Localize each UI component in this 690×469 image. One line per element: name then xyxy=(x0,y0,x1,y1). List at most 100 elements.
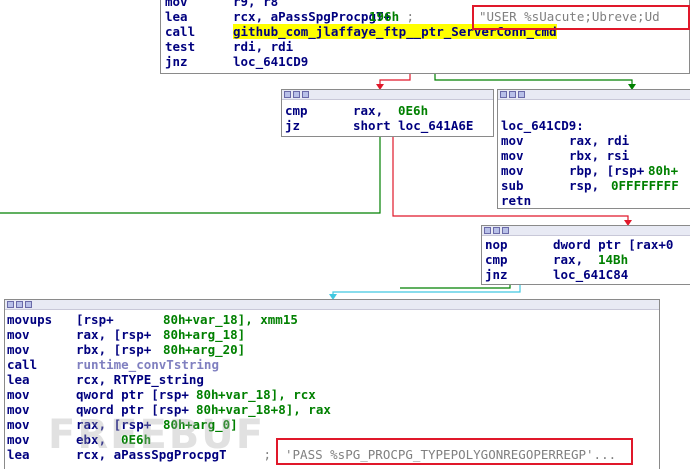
mnemonic: sub xyxy=(501,178,524,193)
mnemonic: mov xyxy=(501,133,524,148)
asm-line[interactable]: sub rsp, 0FFFFFFFF xyxy=(498,178,690,193)
immediate: 0FFFFFFFF xyxy=(611,178,679,193)
mnemonic: cmp xyxy=(285,103,308,118)
operand-tail: +var_18], xmm15 xyxy=(185,312,298,327)
mnemonic: retn xyxy=(501,193,532,208)
asm-line[interactable]: jnz loc_641C84 xyxy=(482,267,690,282)
mnemonic: call xyxy=(7,357,38,372)
immediate: 80h xyxy=(163,312,186,327)
code-block-4[interactable]: nop dword ptr [rax+0 cmp rax, 14Bh jnz l… xyxy=(481,225,690,285)
code-label: loc_641CD9: xyxy=(501,118,584,133)
asm-line[interactable]: lea rcx, RTYPE_string xyxy=(5,372,659,387)
watermark: FREEBUF xyxy=(48,412,266,458)
asm-line[interactable]: mov rbx, rsi xyxy=(498,148,690,163)
block-icon xyxy=(484,227,491,234)
mnemonic: mov xyxy=(7,387,30,402)
branch-line-true xyxy=(434,74,633,88)
branch-line-true xyxy=(0,136,381,214)
immediate: 0E6h xyxy=(398,103,429,118)
operands: rax, xyxy=(553,252,591,267)
call-target[interactable]: runtime_convTstring xyxy=(76,357,219,372)
mnemonic: cmp xyxy=(485,252,508,267)
code-block-3[interactable]: loc_641CD9: mov rax, rdi mov rbx, rsi mo… xyxy=(497,89,690,209)
block-icon xyxy=(293,91,300,98)
asm-line[interactable]: mov rax, [rsp+ 80h +arg_18] xyxy=(5,327,659,342)
jump-target[interactable]: loc_641CD9 xyxy=(233,54,308,69)
asm-line[interactable]: nop dword ptr [rax+0 xyxy=(482,237,690,252)
immediate: 80h+ xyxy=(648,163,679,178)
operands: dword ptr [rax+0 xyxy=(553,237,674,252)
mnemonic: jnz xyxy=(485,267,508,282)
mnemonic: lea xyxy=(7,372,30,387)
mnemonic: mov xyxy=(7,342,30,357)
operands: rcx, RTYPE_string xyxy=(76,372,204,387)
mnemonic: lea xyxy=(7,447,30,462)
mnemonic: call xyxy=(165,24,196,39)
block-icon xyxy=(302,91,309,98)
operands: rax, rdi xyxy=(569,133,630,148)
operands: rbx, rsi xyxy=(569,148,630,163)
operands: r9, r8 xyxy=(233,0,279,9)
immediate: 14Bh xyxy=(598,252,629,267)
branch-line-flow xyxy=(332,285,521,298)
mnemonic: mov xyxy=(7,417,30,432)
mnemonic: movups xyxy=(7,312,53,327)
operands: qword ptr [rsp+ xyxy=(76,387,189,402)
mnemonic: test xyxy=(165,39,196,54)
mnemonic: mov xyxy=(7,432,30,447)
block-header xyxy=(482,226,690,236)
asm-line[interactable]: cmp rax, 14Bh xyxy=(482,252,690,267)
asm-line[interactable]: call runtime_convTstring xyxy=(5,357,659,372)
asm-line[interactable]: mov rbp, [rsp+ 80h+ xyxy=(498,163,690,178)
operand-offset: 196h xyxy=(369,9,400,24)
comment-separator: ; xyxy=(399,9,422,24)
operands: rsp, xyxy=(569,178,607,193)
block-icon xyxy=(16,301,23,308)
block-icon xyxy=(25,301,32,308)
block-icon xyxy=(509,91,516,98)
block-header xyxy=(5,300,659,310)
block-icon xyxy=(493,227,500,234)
asm-line[interactable]: jnz loc_641CD9 xyxy=(161,54,689,69)
block-header xyxy=(498,90,690,100)
operands: rcx, aPassSpgProcpgT+ xyxy=(233,9,392,24)
operand-tail: +arg_18] xyxy=(185,327,246,342)
asm-label-line[interactable]: loc_641CD9: xyxy=(498,118,690,133)
highlight-box-pass xyxy=(276,438,633,465)
mnemonic: lea xyxy=(165,9,188,24)
operands: rax, [rsp+ xyxy=(76,327,152,342)
mnemonic: mov xyxy=(7,327,30,342)
asm-line[interactable]: jz short loc_641A6E xyxy=(282,118,493,133)
mnemonic: jnz xyxy=(165,54,188,69)
operands: [rsp+ xyxy=(76,312,114,327)
asm-line[interactable]: mov rax, rdi xyxy=(498,133,690,148)
immediate: 80h xyxy=(163,327,186,342)
operands: rbp, [rsp+ xyxy=(569,163,645,178)
block-icon xyxy=(518,91,525,98)
mnemonic: nop xyxy=(485,237,508,252)
mnemonic: mov xyxy=(501,148,524,163)
block-icon xyxy=(7,301,14,308)
asm-line[interactable]: retn xyxy=(498,193,690,208)
immediate: 80h xyxy=(196,387,219,402)
block-icon xyxy=(284,91,291,98)
asm-line[interactable]: mov rbx, [rsp+ 80h +arg_20] xyxy=(5,342,659,357)
jump-target[interactable]: short loc_641A6E xyxy=(353,118,473,133)
block-header xyxy=(282,90,493,100)
block-icon xyxy=(502,227,509,234)
operands: rdi, rdi xyxy=(233,39,294,54)
mnemonic: mov xyxy=(501,163,524,178)
branch-line-true xyxy=(400,285,511,289)
operands: rbx, [rsp+ xyxy=(76,342,152,357)
jump-target[interactable]: loc_641C84 xyxy=(553,267,628,282)
mnemonic: jz xyxy=(285,118,301,133)
asm-line[interactable]: mov qword ptr [rsp+ 80h +var_18], rcx xyxy=(5,387,659,402)
asm-line[interactable]: cmp rax, 0E6h xyxy=(282,103,493,118)
operand-tail: +arg_20] xyxy=(185,342,246,357)
code-block-2[interactable]: cmp rax, 0E6h jz short loc_641A6E xyxy=(281,89,494,137)
asm-line[interactable]: movups [rsp+ 80h +var_18], xmm15 xyxy=(5,312,659,327)
operands: rax, xyxy=(353,103,391,118)
immediate: 80h xyxy=(163,342,186,357)
highlight-box-user xyxy=(472,5,690,30)
asm-line[interactable]: test rdi, rdi xyxy=(161,39,689,54)
